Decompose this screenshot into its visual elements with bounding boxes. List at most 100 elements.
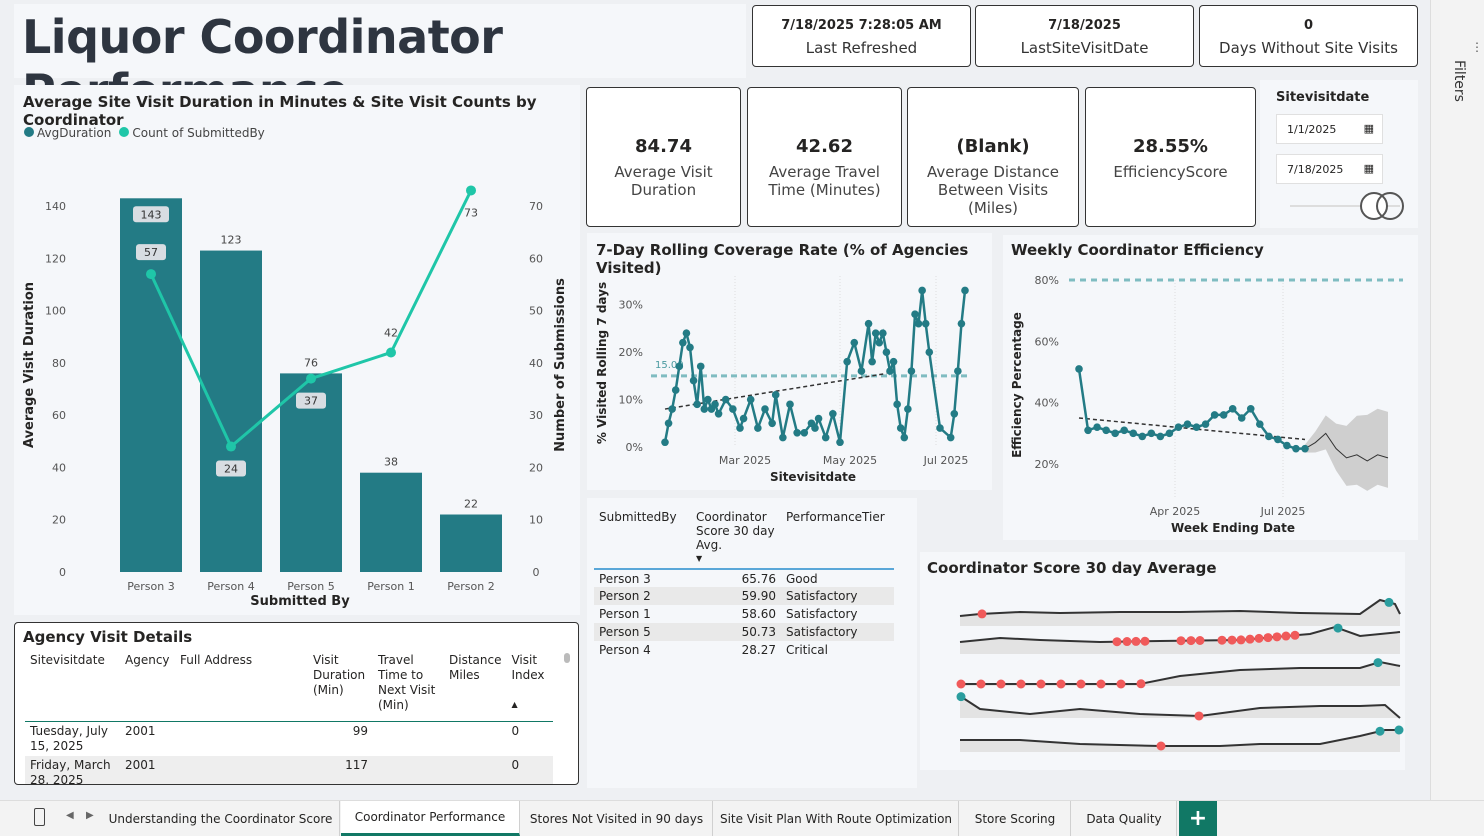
y-tick-label: 10%: [619, 394, 643, 407]
coverage-point: [900, 433, 909, 442]
score-table-header: SubmittedBy Coordinator Score 30 day Avg…: [594, 508, 894, 569]
table-row[interactable]: Friday, March 28, 2025 2001 117 0: [25, 755, 553, 785]
coverage-point: [950, 410, 959, 418]
tab-scroll-left-icon[interactable]: ◀: [66, 810, 74, 821]
bar-value-label: 123: [221, 234, 242, 247]
coverage-chart-panel: 7-Day Rolling Coverage Rate (% of Agenci…: [587, 233, 992, 490]
low-point-marker: [1076, 679, 1086, 689]
col-sitevisitdate[interactable]: Sitevisitdate: [25, 653, 120, 721]
tab-coordinator-performance[interactable]: Coordinator Performance: [341, 801, 520, 836]
low-point-marker: [976, 679, 986, 689]
y2-tick-label: 50: [529, 305, 543, 318]
col-tier[interactable]: PerformanceTier: [781, 508, 894, 569]
low-point-marker: [1176, 636, 1186, 646]
filters-label[interactable]: Filters: [1451, 60, 1467, 102]
last-site-visit-label: LastSiteVisitDate: [1020, 39, 1149, 57]
bar-value-label: 38: [384, 456, 398, 469]
tab-stores-not-visited[interactable]: Stores Not Visited in 90 days: [521, 801, 713, 836]
coverage-point: [686, 343, 694, 352]
col-score[interactable]: Coordinator Score 30 day Avg. ▼: [691, 508, 781, 569]
low-point-marker: [1281, 631, 1291, 641]
bar-value-label: 143: [141, 208, 162, 221]
sparkline-area: [960, 662, 1400, 686]
cell-agency: 2001: [125, 757, 156, 772]
coverage-point: [693, 400, 701, 409]
tab-understanding[interactable]: Understanding the Coordinator Score: [102, 801, 340, 836]
col-travel-time[interactable]: Travel Time to Next Visit (Min): [373, 653, 444, 721]
y2-tick-label: 70: [529, 200, 543, 213]
x-axis-title: Week Ending Date: [1171, 521, 1295, 535]
cell-score: 59.90: [741, 589, 776, 603]
table-row[interactable]: Tuesday, July 15, 2025 2001 99 0: [25, 721, 553, 756]
coverage-point: [868, 357, 876, 366]
x-tick-label: Apr 2025: [1150, 505, 1201, 518]
col-visit-duration[interactable]: Visit Duration (Min): [308, 653, 373, 721]
add-page-button[interactable]: +: [1179, 801, 1217, 836]
calendar-icon[interactable]: ▦: [1364, 162, 1374, 175]
table-row[interactable]: Person 3 65.76 Good: [594, 569, 894, 587]
y-tick-label: 0: [59, 566, 66, 579]
slicer-handle-end[interactable]: [1376, 192, 1404, 220]
slicer-start-input[interactable]: 1/1/2025 ▦: [1276, 114, 1383, 144]
avg-visit-duration-value: 84.74: [635, 136, 692, 157]
coverage-point: [729, 405, 737, 413]
col-submittedby[interactable]: SubmittedBy: [594, 508, 691, 569]
table-row[interactable]: Person 5 50.73 Satisfactory: [594, 623, 894, 641]
efficiency-chart[interactable]: 20% 40% 60% 80% Apr 2025 Jul 2025 Week Ending …: [1003, 235, 1418, 540]
x-axis-title: Submitted By: [250, 594, 350, 609]
table-row[interactable]: Person 2 59.90 Satisfactory: [594, 587, 894, 605]
count-point: [386, 347, 396, 358]
col-address[interactable]: Full Address: [175, 653, 308, 721]
efficiency-point: [1120, 426, 1128, 435]
tab-data-quality[interactable]: Data Quality: [1072, 801, 1177, 836]
filters-pane[interactable]: Filters ⋮: [1430, 0, 1484, 800]
col-agency[interactable]: Agency: [120, 653, 175, 721]
filters-icon[interactable]: ⋮: [1471, 40, 1483, 54]
days-without-visits-card: 0 Days Without Site Visits: [1199, 5, 1418, 67]
mobile-layout-icon[interactable]: [34, 808, 45, 826]
col-visit-index[interactable]: Visit Index ▲: [506, 653, 553, 721]
coverage-chart[interactable]: 0%10%20%30%Mar 2025 May 2025 Jul 202515.00…: [587, 233, 992, 490]
y-tick-label: 40%: [1035, 397, 1059, 410]
days-without-visits-value: 0: [1303, 18, 1314, 33]
table-row[interactable]: Person 1 58.60 Satisfactory: [594, 605, 894, 623]
agency-table-header: Sitevisitdate Agency Full Address Visit …: [25, 653, 553, 721]
x-tick-label: Person 4: [207, 580, 254, 593]
cell-agency: 2001: [125, 723, 156, 738]
combo-chart[interactable]: 0 20 40 60 80 100 120 140 0 10 20 30 40 50 60 70 Person …: [14, 85, 580, 615]
coverage-point: [836, 438, 844, 447]
coverage-point: [668, 405, 676, 413]
last-refreshed-value: 7/18/2025 7:28:05 AM: [781, 18, 942, 33]
y-axis-title: % Visited Rolling 7 days: [595, 282, 609, 444]
y2-tick-label: 40: [529, 357, 543, 370]
sparkline-chart[interactable]: [920, 552, 1405, 770]
efficiency-point: [1265, 432, 1273, 441]
tab-scroll-right-icon[interactable]: ▶: [86, 810, 94, 821]
calendar-icon[interactable]: ▦: [1364, 122, 1374, 135]
efficiency-point: [1283, 441, 1291, 450]
coverage-point: [661, 438, 669, 447]
low-point-marker: [1263, 633, 1273, 643]
low-point-marker: [1096, 679, 1106, 689]
efficiency-point: [1147, 429, 1156, 438]
sort-desc-icon[interactable]: ▼: [696, 552, 776, 566]
efficiency-point: [1111, 429, 1119, 438]
coverage-point: [946, 433, 955, 442]
cell-score: 65.76: [741, 571, 776, 586]
count-value-label: 57: [144, 246, 158, 259]
cell-distance: [444, 756, 506, 785]
last-site-visit-value: 7/18/2025: [1048, 18, 1121, 33]
coverage-point: [850, 338, 859, 347]
col-distance[interactable]: Distance Miles: [444, 653, 506, 721]
y-tick-label: 100: [45, 305, 66, 318]
y-tick-label: 20%: [619, 346, 643, 359]
sort-asc-icon[interactable]: ▲: [511, 697, 548, 712]
tab-store-scoring[interactable]: Store Scoring: [960, 801, 1071, 836]
tab-site-visit-plan[interactable]: Site Visit Plan With Route Optimization: [714, 801, 959, 836]
y-axis-title: Average Visit Duration: [22, 282, 37, 448]
cell-name: Person 2: [599, 589, 651, 603]
slicer-end-input[interactable]: 7/18/2025 ▦: [1276, 154, 1383, 184]
table-row[interactable]: Person 4 28.27 Critical: [594, 641, 894, 659]
cell-name: Person 1: [599, 607, 651, 621]
agency-scrollbar[interactable]: [564, 653, 570, 663]
